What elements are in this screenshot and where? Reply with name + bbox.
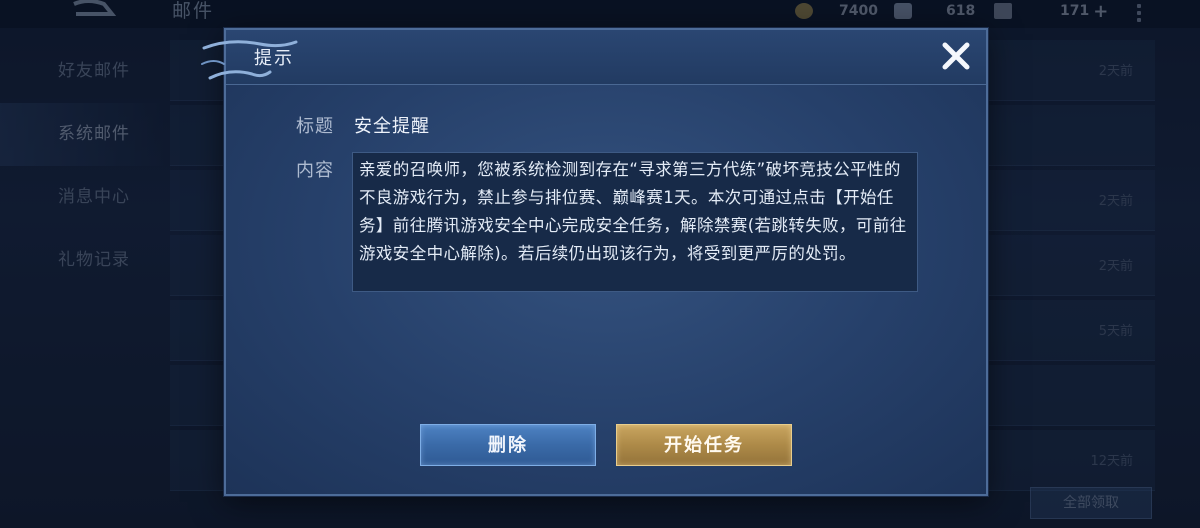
subject-label: 标题 [296, 116, 334, 137]
start-task-button[interactable]: 开始任务 [616, 424, 792, 466]
subject-value: 安全提醒 [354, 116, 430, 137]
content-scroll-area[interactable]: 亲爱的召唤师，您被系统检测到存在“寻求第三方代练”破坏竞技公平性的不良游戏行为，… [352, 152, 918, 292]
dialog-header: 提示 [201, 30, 986, 85]
close-icon[interactable] [938, 38, 974, 74]
content-text: 亲爱的召唤师，您被系统检测到存在“寻求第三方代练”破坏竞技公平性的不良游戏行为，… [359, 160, 907, 263]
notice-dialog: 提示 标题 安全提醒 内容 亲爱的召唤师，您被系统检测到存在“寻求第三方代练”破… [201, 28, 988, 496]
dialog-title: 提示 [254, 48, 294, 69]
content-label: 内容 [296, 160, 334, 181]
delete-button[interactable]: 删除 [420, 424, 596, 466]
